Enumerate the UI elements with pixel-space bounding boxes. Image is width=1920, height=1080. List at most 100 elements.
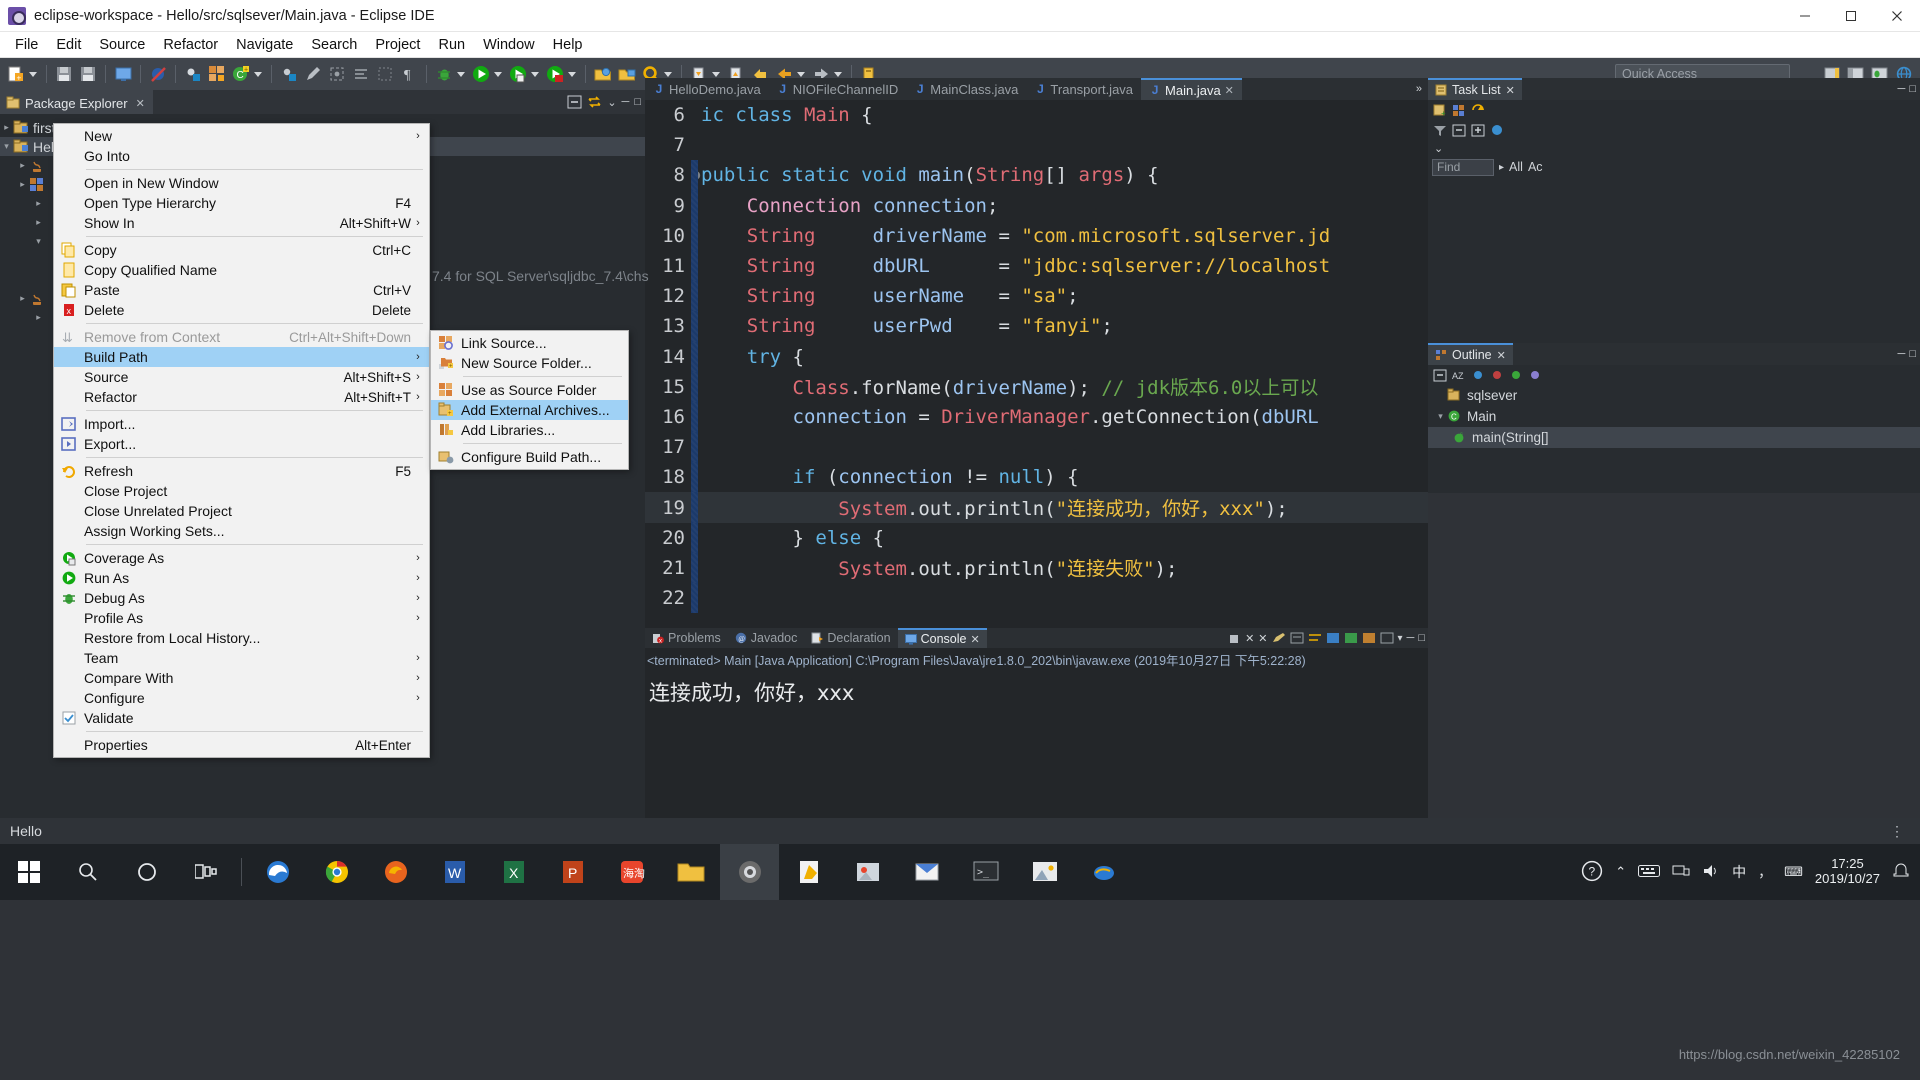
coverage-icon[interactable] [508, 64, 528, 84]
tab-main-java[interactable]: J Main.java ✕ [1141, 78, 1242, 100]
new-class-dropdown-icon[interactable] [254, 71, 262, 77]
close-icon[interactable]: ✕ [136, 97, 145, 110]
code-line[interactable]: 16 connection = DriverManager.getConnect… [645, 401, 1428, 433]
mysql-icon[interactable] [1074, 844, 1133, 900]
terminal-icon[interactable]: >_ [956, 844, 1015, 900]
menu-navigate[interactable]: Navigate [227, 35, 302, 55]
notifications-icon[interactable] [1892, 862, 1910, 882]
code-line[interactable]: 21 System.out.println("连接失败"); [645, 552, 1428, 583]
expand-arrow-icon[interactable]: ▸ [32, 217, 45, 228]
run-external-icon[interactable] [545, 64, 565, 84]
submenu-item-add-libraries[interactable]: Add Libraries... [431, 420, 628, 440]
menu-item-validate[interactable]: Validate [54, 708, 429, 728]
new-class-icon[interactable]: C + [231, 64, 251, 84]
search-icon[interactable] [58, 844, 117, 900]
collapse-arrow-icon[interactable]: ▾ [32, 236, 45, 247]
breakpoint-small-icon[interactable] [279, 64, 299, 84]
maximize-console-icon[interactable]: □ [1418, 632, 1425, 644]
eclipse-icon[interactable] [720, 844, 779, 900]
editor-tab-overflow-icon[interactable]: » [1410, 78, 1428, 100]
remove-launch-icon[interactable]: ✕ [1245, 632, 1254, 645]
expand-arrow-icon[interactable]: ▸ [16, 293, 29, 304]
outline-item-main-method[interactable]: s main(String[] [1428, 427, 1920, 448]
new-java-project-icon[interactable] [207, 64, 227, 84]
menu-item-close-project[interactable]: Close Project [54, 481, 429, 501]
task-filter-all[interactable]: All [1509, 160, 1523, 174]
menu-item-show-in[interactable]: Show In Alt+Shift+W › [54, 213, 429, 233]
menu-item-coverage-as[interactable]: Coverage As › [54, 548, 429, 568]
menu-item-open-type-hierarchy[interactable]: Open Type Hierarchy F4 [54, 193, 429, 213]
firefox-icon[interactable] [366, 844, 425, 900]
expand-arrow-icon[interactable]: ▸ [0, 122, 13, 133]
chrome-icon[interactable] [307, 844, 366, 900]
windows-start-icon[interactable] [0, 844, 58, 900]
code-line[interactable]: 20 } else { [645, 522, 1428, 553]
code-line[interactable]: 6 ic class Main { [645, 100, 1428, 130]
menu-item-assign-working-sets[interactable]: Assign Working Sets... [54, 521, 429, 541]
save-all-icon[interactable] [78, 64, 98, 84]
tab-hellodemo-java[interactable]: J HelloDemo.java [645, 78, 769, 100]
task-filter-activate[interactable]: Ac [1528, 160, 1543, 174]
ime-language-icon[interactable]: 中 [1732, 862, 1746, 882]
minimize-view-icon[interactable]: ─ [1898, 348, 1906, 360]
view-menu-icon[interactable]: ⌄ [607, 96, 616, 109]
menu-item-delete[interactable]: x Delete Delete [54, 300, 429, 320]
console-dropdown-icon[interactable]: ▾ [1398, 633, 1403, 644]
code-line[interactable]: 10 String driverName = "com.microsoft.sq… [645, 220, 1428, 251]
menu-item-go-into[interactable]: Go Into [54, 146, 429, 166]
menu-item-import[interactable]: Import... [54, 414, 429, 434]
tab-problems[interactable]: x Problems [645, 628, 728, 648]
tab-niofilechannelid[interactable]: J NIOFileChannelID [768, 78, 907, 100]
edge-icon[interactable] [248, 844, 307, 900]
menu-item-export[interactable]: Export... [54, 434, 429, 454]
close-icon[interactable]: ✕ [1225, 84, 1234, 97]
expand-arrow-icon[interactable]: ▸ [16, 179, 29, 190]
tab-declaration[interactable]: Declaration [804, 628, 897, 648]
photos-icon[interactable] [838, 844, 897, 900]
close-button[interactable] [1874, 0, 1920, 32]
code-line[interactable]: 22 [645, 583, 1428, 614]
pilcrow-icon[interactable]: ¶ [399, 64, 419, 84]
save-icon[interactable] [54, 64, 74, 84]
coverage-dropdown-icon[interactable] [531, 71, 539, 77]
submenu-item-add-external-archives[interactable]: + Add External Archives... [431, 400, 628, 420]
menu-item-source[interactable]: Source Alt+Shift+S › [54, 367, 429, 387]
menu-item-properties[interactable]: Properties Alt+Enter [54, 735, 429, 755]
debug-icon[interactable] [434, 64, 454, 84]
menu-item-copy[interactable]: Copy Ctrl+C [54, 240, 429, 260]
submenu-item-new-source-folder[interactable]: + New Source Folder... [431, 353, 628, 373]
menu-item-paste[interactable]: Paste Ctrl+V [54, 280, 429, 300]
code-editor[interactable]: 6 ic class Main {7 8●public static void ma… [645, 100, 1428, 628]
outline-item-sqlsever[interactable]: sqlsever [1428, 385, 1920, 406]
explorer-icon[interactable] [661, 844, 720, 900]
menu-run[interactable]: Run [429, 35, 474, 55]
minimize-console-icon[interactable]: ─ [1407, 632, 1415, 644]
code-line[interactable]: 19 System.out.println("连接成功，你好，xxx"); [645, 492, 1428, 523]
submenu-item-link-source[interactable]: Link Source... [431, 333, 628, 353]
run-dropdown-icon[interactable] [494, 71, 502, 77]
code-line[interactable]: 14 try { [645, 341, 1428, 372]
outlook-icon[interactable] [897, 844, 956, 900]
menu-item-profile-as[interactable]: Profile As › [54, 608, 429, 628]
code-line[interactable]: 15 Class.forName(driverName); // jdk版本6.… [645, 371, 1428, 402]
minimize-view-icon[interactable]: ─ [622, 96, 630, 108]
tab-mainclass-java[interactable]: J MainClass.java [906, 78, 1027, 100]
menu-item-build-path[interactable]: Build Path › [54, 347, 429, 367]
skip-breakpoints-icon[interactable] [148, 64, 168, 84]
open-resource-icon[interactable] [617, 64, 637, 84]
menu-item-refactor[interactable]: Refactor Alt+Shift+T › [54, 387, 429, 407]
minimize-view-icon[interactable]: ─ [1898, 83, 1906, 95]
new-wizard-dropdown-icon[interactable] [29, 71, 37, 77]
search-dropdown-icon[interactable] [664, 71, 672, 77]
code-line[interactable]: 18 if (connection != null) { [645, 462, 1428, 493]
maximize-view-icon[interactable]: □ [1909, 83, 1916, 95]
menu-item-run-as[interactable]: Run As › [54, 568, 429, 588]
excel-icon[interactable]: X [484, 844, 543, 900]
ime-options-icon[interactable]: ⌨ [1784, 864, 1803, 880]
show-whitespace-icon[interactable] [375, 64, 395, 84]
close-icon[interactable]: ✕ [970, 633, 979, 646]
debug-dropdown-icon[interactable] [457, 71, 465, 77]
wrap-lines-icon[interactable] [351, 64, 371, 84]
menu-item-copy-qualified-name[interactable]: Copy Qualified Name [54, 260, 429, 280]
code-line[interactable]: 13 String userPwd = "fanyi"; [645, 311, 1428, 342]
